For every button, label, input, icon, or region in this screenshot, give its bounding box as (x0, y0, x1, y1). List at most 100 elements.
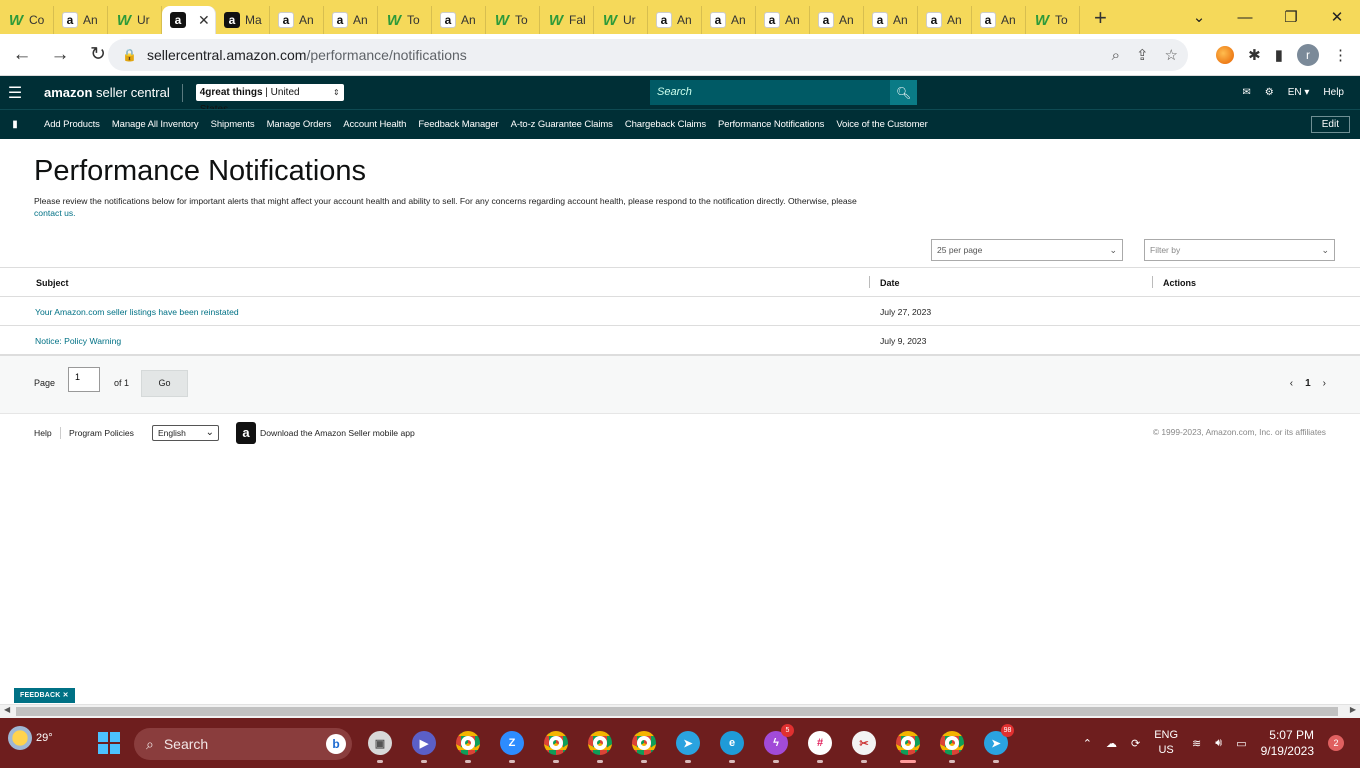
scroll-right-arrow[interactable]: ▶ (1350, 705, 1356, 714)
nav-link[interactable]: A-to-z Guarantee Claims (511, 119, 613, 130)
nav-link[interactable]: Account Health (343, 119, 406, 130)
taskbar-app-telegram[interactable]: ➤ (672, 726, 704, 763)
gear-icon[interactable]: ⚙ (1265, 87, 1274, 98)
browser-tab[interactable]: W Fal (540, 6, 594, 34)
footer-language-select[interactable]: English ⌄ (152, 425, 219, 441)
scrollbar-thumb[interactable] (16, 707, 1338, 716)
browser-tab[interactable]: a An (54, 6, 108, 34)
browser-tab[interactable]: a Ma (216, 6, 270, 34)
forward-button[interactable]: → (44, 44, 76, 66)
scroll-left-arrow[interactable]: ◀ (4, 705, 10, 714)
taskbar-app-chrome[interactable] (936, 726, 968, 763)
browser-tab[interactable]: a An (702, 6, 756, 34)
notification-badge[interactable]: 2 (1328, 735, 1344, 751)
bookmark-icon[interactable]: ▮ (0, 119, 30, 130)
taskbar-app-meet[interactable]: ▶ (408, 726, 440, 763)
back-button[interactable]: ← (6, 44, 38, 66)
language-selector[interactable]: EN ▾ (1288, 87, 1310, 98)
zoom-icon[interactable]: ⌕ (1112, 47, 1120, 64)
browser-tab[interactable]: W Ur (108, 6, 162, 34)
amazon-app-icon[interactable]: a (236, 422, 256, 444)
input-language[interactable]: ENG US (1154, 728, 1178, 758)
taskbar-app-chrome[interactable] (452, 726, 484, 763)
horizontal-scrollbar[interactable]: ◀ ▶ (0, 704, 1360, 718)
taskbar-search[interactable]: ⌕ Search b (134, 728, 352, 760)
browser-tab[interactable]: a An (918, 6, 972, 34)
browser-tab[interactable]: a An (810, 6, 864, 34)
nav-link[interactable]: Manage Orders (267, 119, 332, 130)
store-selector[interactable]: 4great things | United States ⇕ (195, 84, 344, 115)
extensions-puzzle-icon[interactable]: ✱ (1248, 46, 1261, 64)
browser-tab[interactable]: a An (972, 6, 1026, 34)
profile-avatar[interactable]: r (1297, 44, 1319, 66)
nav-link[interactable]: Performance Notifications (718, 119, 824, 130)
footer-help-link[interactable]: Help (34, 428, 52, 438)
taskbar-app-chrome[interactable] (584, 726, 616, 763)
browser-tab[interactable]: a ✕ (162, 6, 216, 34)
browser-menu-icon[interactable]: ⋮ (1333, 46, 1348, 64)
search-input[interactable]: Search (650, 80, 890, 105)
share-icon[interactable]: ⇪ (1136, 46, 1149, 64)
browser-tab[interactable]: W To (486, 6, 540, 34)
browser-tab[interactable]: a An (648, 6, 702, 34)
go-button[interactable]: Go (141, 370, 188, 397)
volume-icon[interactable]: 🔊︎ (1215, 737, 1222, 750)
nav-link[interactable]: Voice of the Customer (836, 119, 927, 130)
notification-subject-link[interactable]: Notice: Policy Warning (35, 336, 121, 346)
browser-tab[interactable]: W Ur (594, 6, 648, 34)
taskbar-app-messenger[interactable]: ϟ5 (760, 724, 794, 763)
firefox-extension-icon[interactable] (1216, 46, 1235, 64)
close-window-button[interactable]: ✕ (1314, 8, 1360, 26)
browser-tab[interactable]: a An (864, 6, 918, 34)
close-icon[interactable]: ✕ (63, 692, 69, 699)
browser-tab[interactable]: a An (432, 6, 486, 34)
taskbar-app-telegram[interactable]: ➤ 98 (980, 724, 1014, 763)
close-tab-icon[interactable]: ✕ (198, 12, 210, 29)
download-app-link[interactable]: Download the Amazon Seller mobile app (260, 428, 415, 438)
bookmark-star-icon[interactable]: ☆ (1165, 46, 1178, 64)
nav-link[interactable]: Add Products (44, 119, 100, 130)
nav-link[interactable]: Chargeback Claims (625, 119, 706, 130)
per-page-select[interactable]: 25 per page ⌄ (931, 239, 1123, 261)
taskbar-app-zoom[interactable]: Z (496, 726, 528, 763)
feedback-button[interactable]: FEEDBACK ✕ (14, 688, 75, 703)
notification-subject-link[interactable]: Your Amazon.com seller listings have bee… (35, 307, 239, 317)
windows-start-icon[interactable] (98, 732, 120, 754)
browser-tab[interactable]: a An (756, 6, 810, 34)
tab-search-icon[interactable]: ⌄ (1176, 8, 1222, 26)
nav-link[interactable]: Feedback Manager (418, 119, 498, 130)
browser-tab[interactable]: W To (1026, 6, 1080, 34)
contact-us-link[interactable]: contact us. (34, 208, 76, 218)
nav-link[interactable]: Shipments (211, 119, 255, 130)
new-tab-button[interactable]: + (1094, 5, 1107, 31)
seller-central-logo[interactable]: amazon seller central (30, 83, 183, 102)
taskbar-app-edge[interactable]: e (716, 726, 748, 763)
taskbar-app-chrome[interactable] (540, 726, 572, 763)
current-page[interactable]: 1 (1305, 378, 1311, 389)
browser-tab[interactable]: W To (378, 6, 432, 34)
page-number-input[interactable]: 1 (68, 367, 100, 392)
hamburger-menu-icon[interactable]: ☰ (0, 83, 30, 103)
sync-icon[interactable]: ⟳ (1131, 737, 1140, 750)
taskbar-app-chrome[interactable] (892, 726, 924, 763)
bing-icon[interactable]: b (326, 734, 346, 754)
edit-nav-button[interactable]: Edit (1310, 116, 1350, 133)
search-button[interactable]: 🔍︎ (890, 80, 917, 105)
address-bar[interactable]: 🔒 sellercentral.amazon.com/performance/n… (108, 39, 1188, 71)
chevron-right-icon[interactable]: › (1323, 378, 1326, 389)
header-subject[interactable]: Subject (36, 278, 69, 288)
cloud-error-icon[interactable]: ☁ (1106, 737, 1117, 750)
program-policies-link[interactable]: Program Policies (69, 428, 134, 438)
taskbar-app-slack[interactable]: # (804, 726, 836, 763)
chevron-left-icon[interactable]: ‹ (1290, 378, 1293, 389)
nav-link[interactable]: Manage All Inventory (112, 119, 199, 130)
side-panel-icon[interactable]: ▮ (1275, 46, 1283, 64)
taskbar-app-snipping[interactable]: ✂ (848, 726, 880, 763)
header-date[interactable]: Date (880, 278, 900, 288)
taskbar-app-chrome[interactable] (628, 726, 660, 763)
browser-tab[interactable]: W Co (0, 6, 54, 34)
mail-icon[interactable]: ✉ (1242, 87, 1250, 98)
wifi-icon[interactable]: ≋ (1192, 737, 1201, 750)
help-link[interactable]: Help (1323, 87, 1344, 98)
battery-icon[interactable]: ▭ (1236, 737, 1246, 750)
